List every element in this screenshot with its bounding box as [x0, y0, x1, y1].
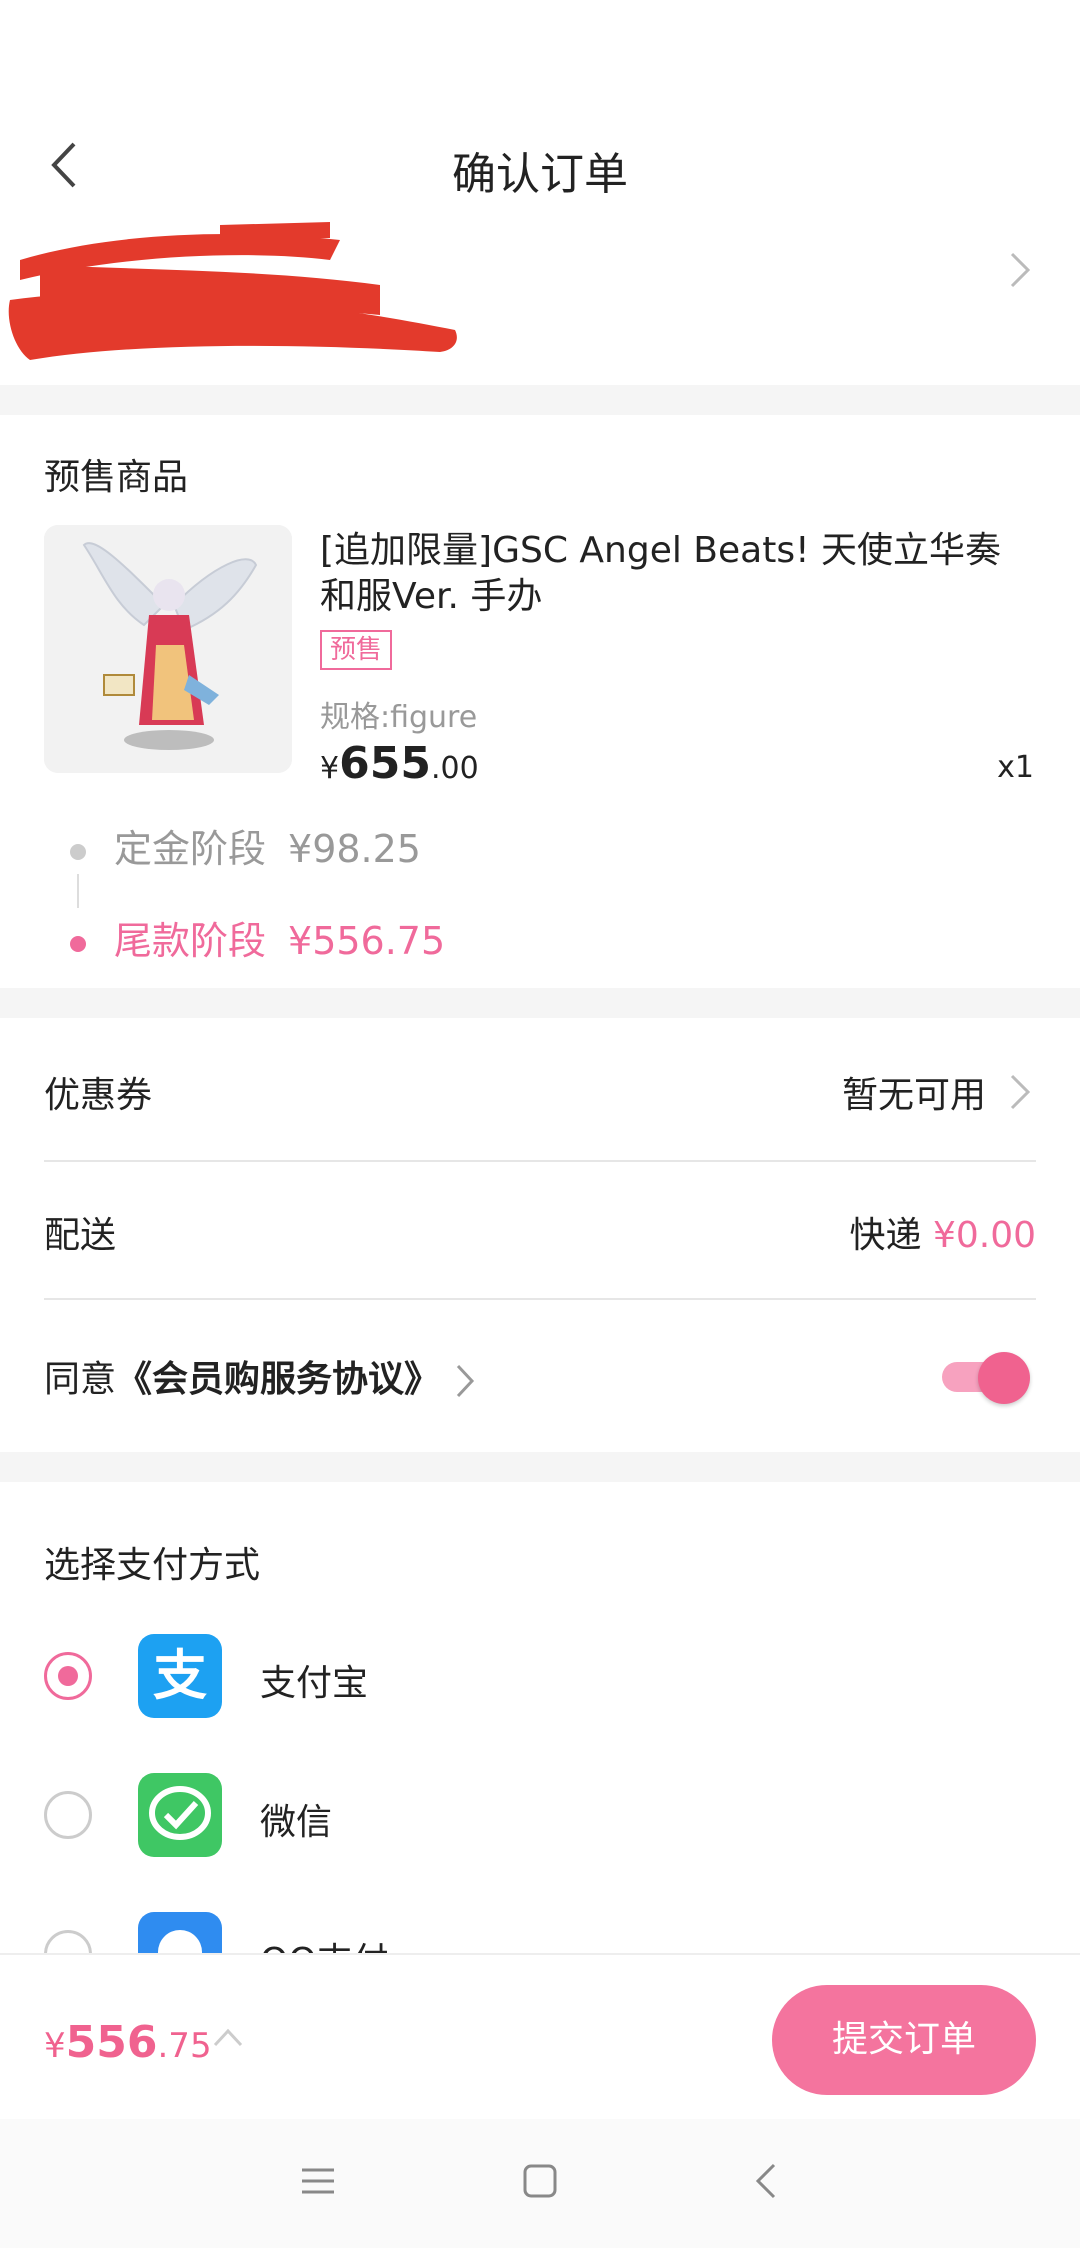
section-divider [0, 1452, 1080, 1482]
stage-amount: ¥556.75 [288, 919, 446, 963]
row-divider [44, 1298, 1036, 1300]
home-icon[interactable] [520, 2161, 560, 2201]
payment-label: 支付宝 [260, 1663, 369, 1704]
stage-deposit: 定金阶段 ¥98.25 [70, 818, 421, 873]
price-currency: ¥ [320, 751, 340, 786]
stage-dot [70, 843, 86, 860]
total-price: ¥556.75 [44, 2017, 212, 2068]
delivery-row: 配送 快递 ¥0.00 [44, 1162, 1036, 1300]
delivery-method: 快递 [849, 1215, 922, 1256]
presale-badge: 预售 [320, 630, 393, 670]
address-row[interactable] [0, 210, 1080, 385]
section-divider [0, 988, 1080, 1018]
stage-label: 尾款阶段 [114, 919, 267, 963]
payment-option-wechat[interactable]: 微信 [44, 1765, 1036, 1865]
coupon-value: 暂无可用 [841, 1075, 986, 1116]
product-name[interactable]: [追加限量]GSC Angel Beats! 天使立华奏和服Ver. 手办 [320, 528, 1020, 620]
payment-label: 微信 [260, 1802, 333, 1843]
product-quantity: x1 [997, 750, 1034, 785]
submit-order-button[interactable]: 提交订单 [772, 1985, 1036, 2095]
total-decimal: .75 [157, 2026, 212, 2066]
agreement-link[interactable]: 《会员购服务协议》 [116, 1359, 440, 1400]
alipay-icon: 支 [138, 1634, 222, 1718]
price-decimal: .00 [430, 751, 479, 786]
presale-section-title: 预售商品 [44, 457, 189, 498]
price-integer: 655 [339, 738, 431, 789]
payment-label: QQ支付 [260, 1932, 389, 1953]
stage-connector [77, 874, 79, 908]
wechat-icon [138, 1773, 222, 1857]
product-image[interactable] [44, 525, 292, 773]
stage-amount: ¥98.25 [288, 827, 421, 871]
system-nav-bar [0, 2119, 1080, 2248]
qq-pay-icon [138, 1912, 222, 1953]
payment-option-qq[interactable]: QQ支付 [44, 1904, 1036, 1953]
coupon-row[interactable]: 优惠券 暂无可用 [44, 1022, 1036, 1160]
chevron-right-icon [1010, 252, 1031, 288]
page-title: 确认订单 [452, 149, 628, 200]
product-spec: 规格:figure [320, 700, 478, 735]
figure-image [44, 525, 292, 773]
product-price: ¥655.00 [320, 738, 479, 789]
total-currency: ¥ [44, 2026, 66, 2066]
toggle-knob [978, 1352, 1030, 1404]
agreement-row: 同意《会员购服务协议》 [44, 1306, 1036, 1444]
svg-text:支: 支 [153, 1644, 207, 1707]
stage-balance: 尾款阶段 ¥556.75 [70, 910, 445, 965]
chevron-up-icon[interactable] [212, 2025, 244, 2049]
checkout-bar: ¥556.75 提交订单 [0, 1953, 1080, 2119]
chevron-right-icon [1010, 1074, 1031, 1110]
chevron-right-icon [457, 1364, 475, 1398]
delivery-fee: ¥0.00 [932, 1215, 1036, 1256]
radio-button[interactable] [44, 1930, 92, 1953]
stage-dot [70, 935, 86, 952]
payment-option-alipay[interactable]: 支 支付宝 [44, 1626, 1036, 1726]
nav-back-icon[interactable] [748, 2161, 788, 2201]
section-divider [0, 385, 1080, 415]
total-integer: 556 [65, 2017, 158, 2068]
radio-button[interactable] [44, 1652, 92, 1700]
stage-label: 定金阶段 [114, 827, 267, 871]
coupon-label: 优惠券 [44, 1075, 153, 1116]
delivery-label: 配送 [44, 1215, 117, 1256]
redaction-mark [8, 222, 457, 360]
radio-button[interactable] [44, 1791, 92, 1839]
agreement-toggle[interactable] [942, 1348, 1030, 1404]
agreement-label: 同意《会员购服务协议》 [44, 1350, 475, 1402]
order-confirm-page: 确认订单 预售商品 [追加限量]GSC Angel Beats! 天使立华奏和服… [0, 0, 1080, 2248]
header: 确认订单 [0, 120, 1080, 210]
delivery-value: 快递 ¥0.00 [849, 1206, 1036, 1258]
payment-section-title: 选择支付方式 [44, 1545, 261, 1586]
agreement-prefix: 同意 [44, 1359, 117, 1400]
menu-icon[interactable] [298, 2161, 338, 2201]
